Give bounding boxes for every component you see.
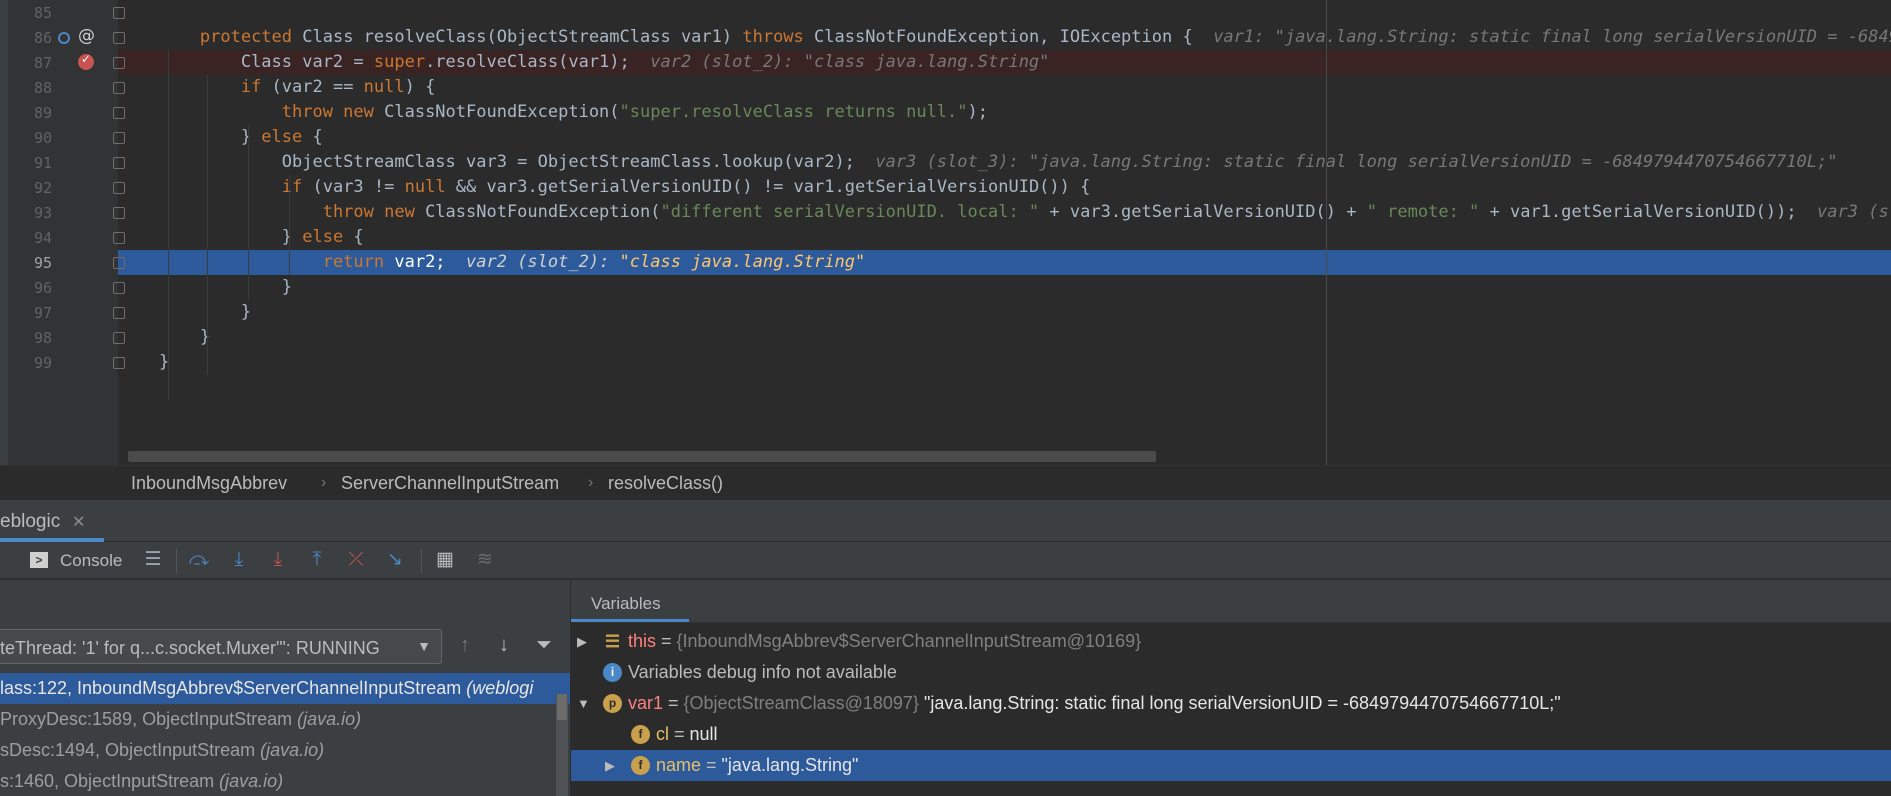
indent-guide: [289, 225, 290, 275]
toolbar-separator: [176, 549, 177, 573]
variable-row[interactable]: i Variables debug info not available: [571, 657, 1891, 688]
breakpoint-check-icon[interactable]: [78, 52, 94, 70]
indent-guide: [207, 75, 208, 375]
variable-text: Variables debug info not available: [628, 662, 897, 682]
variables-header: Variables: [571, 580, 1891, 623]
indent-guide: [248, 125, 249, 300]
debug-toolbar: > Console ☰ ⤼ ⤓ ⤓ ⤒ ⤫ ↘ ▦ ≋: [0, 542, 1891, 579]
tab-label: eblogic: [0, 511, 61, 532]
line-number[interactable]: 99: [8, 348, 52, 378]
threads-layout-icon[interactable]: ☰: [142, 549, 164, 571]
breadcrumb: InboundMsgAbbrev › ServerChannelInputStr…: [0, 465, 1891, 500]
filter-icon[interactable]: ⏷: [536, 634, 552, 657]
variable-text: cl = null: [656, 724, 718, 744]
stack-frame[interactable]: sDesc:1494, ObjectInputStream (java.io): [0, 735, 570, 766]
step-over-icon[interactable]: ⤼: [188, 549, 210, 571]
trace-icon[interactable]: ≋: [474, 549, 496, 571]
chevron-down-icon: ▼: [417, 638, 431, 654]
horizontal-scrollbar[interactable]: [128, 451, 1156, 462]
variable-text: var1 = {ObjectStreamClass@18097} "java.l…: [628, 693, 1561, 713]
annotation-icon[interactable]: @: [78, 26, 95, 46]
breadcrumb-item-method[interactable]: resolveClass(): [608, 473, 723, 494]
close-icon[interactable]: ✕: [72, 512, 85, 532]
thread-selector-value: teThread: '1' for q...c.socket.Muxer'": …: [0, 638, 380, 658]
override-icon[interactable]: [58, 32, 70, 44]
evaluate-icon[interactable]: ▦: [434, 549, 456, 571]
object-icon: ☰: [604, 632, 621, 651]
console-icon: >: [30, 552, 48, 568]
step-into-icon[interactable]: ⤓: [228, 549, 250, 571]
drop-frame-icon[interactable]: ⤫: [345, 549, 367, 571]
indent-guide: [168, 50, 169, 400]
gutter-strip: [0, 0, 8, 465]
stack-frame[interactable]: ProxyDesc:1589, ObjectInputStream (java.…: [0, 704, 570, 735]
code-line[interactable]: throw new ClassNotFoundException("differ…: [118, 197, 1891, 227]
run-to-cursor-icon[interactable]: ↘: [384, 549, 406, 571]
variable-row[interactable]: ▶ f name = "java.lang.String": [571, 750, 1891, 781]
tab-underline: [571, 619, 689, 622]
tab-weblogic[interactable]: eblogic ✕: [0, 500, 104, 542]
code-line[interactable]: }: [118, 347, 169, 377]
toolbar-separator: [421, 549, 422, 573]
arrow-up-icon[interactable]: ↑: [460, 634, 470, 657]
stack-frame[interactable]: lass:122, InboundMsgAbbrev$ServerChannel…: [0, 673, 570, 704]
variable-row[interactable]: ▶ ☰ this = {InboundMsgAbbrev$ServerChannel…: [571, 626, 1891, 657]
code-editor[interactable]: 85 86 protected Class resolveClass(Object…: [0, 0, 1891, 465]
breadcrumb-item-class[interactable]: InboundMsgAbbrev: [131, 473, 287, 494]
variable-row[interactable]: f cl = null: [571, 719, 1891, 750]
variable-text: name = "java.lang.String": [656, 755, 859, 775]
variable-row[interactable]: ▼ p var1 = {ObjectStreamClass@18097} "java…: [571, 688, 1891, 719]
parameter-icon: p: [603, 694, 622, 713]
variable-text: this = {InboundMsgAbbrev$ServerChannelIn…: [628, 631, 1142, 651]
debug-tab-bar: eblogic ✕: [0, 500, 1891, 542]
frames-scrollbar[interactable]: [556, 694, 568, 796]
thread-selector[interactable]: teThread: '1' for q...c.socket.Muxer'": …: [0, 629, 442, 664]
collapse-icon[interactable]: ▼: [577, 688, 590, 719]
console-label: Console: [60, 551, 123, 570]
field-icon: f: [631, 756, 650, 775]
variables-title[interactable]: Variables: [591, 594, 661, 614]
chevron-right-icon: ›: [588, 474, 594, 491]
right-margin-guide: [1326, 0, 1327, 465]
variables-panel: Variables ▶ ☰ this = {InboundMsgAbbrev$Ser…: [571, 580, 1891, 796]
step-out-icon[interactable]: ⤒: [306, 549, 328, 571]
field-icon: f: [631, 725, 650, 744]
info-icon: i: [603, 663, 622, 682]
stack-frame[interactable]: s:1460, ObjectInputStream (java.io): [0, 766, 570, 796]
frames-panel: teThread: '1' for q...c.socket.Muxer'": …: [0, 580, 570, 796]
chevron-right-icon: ›: [321, 474, 327, 491]
arrow-down-icon[interactable]: ↓: [499, 634, 509, 657]
expand-icon[interactable]: ▶: [577, 626, 587, 657]
breadcrumb-item-inner-class[interactable]: ServerChannelInputStream: [341, 473, 559, 494]
expand-icon[interactable]: ▶: [605, 750, 615, 781]
force-step-into-icon[interactable]: ⤓: [267, 549, 289, 571]
scrollbar-thumb[interactable]: [557, 694, 567, 720]
fold-marker-icon[interactable]: [113, 7, 125, 19]
